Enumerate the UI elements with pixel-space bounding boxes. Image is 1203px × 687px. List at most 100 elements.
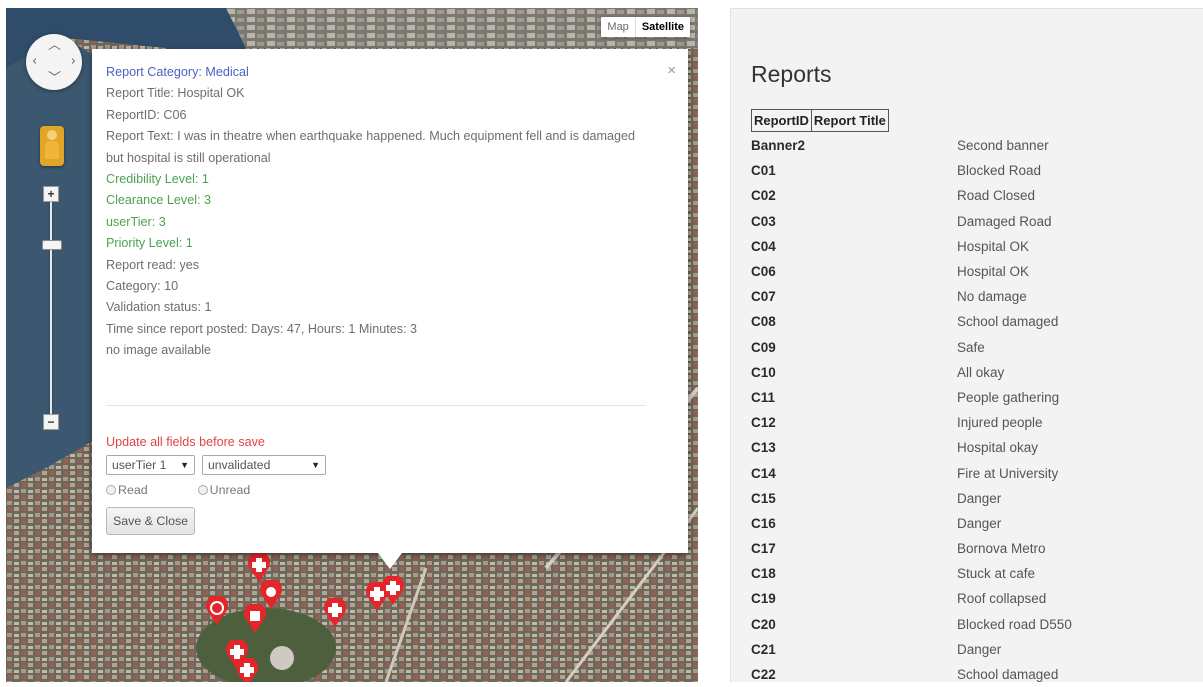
report-title-cell: Hospital OK <box>957 264 1030 280</box>
report-title-cell: Blocked Road <box>957 163 1042 179</box>
user-tier-line: userTier: 3 <box>106 214 166 229</box>
save-close-button[interactable]: Save & Close <box>106 507 196 535</box>
report-id-cell: C17 <box>751 541 776 557</box>
report-id-cell: C22 <box>751 667 776 683</box>
report-title-cell: Damaged Road <box>957 213 1052 229</box>
report-title-cell: School damaged <box>957 667 1059 683</box>
dropdown-arrow-icon: ▼ <box>311 460 320 470</box>
table-row[interactable]: C08 School damaged <box>751 309 1191 334</box>
report-title-cell: Blocked road D550 <box>957 616 1072 632</box>
table-row[interactable]: C02 Road Closed <box>751 183 1191 208</box>
report-title-line: Report Title: Hospital OK <box>106 86 245 101</box>
divider <box>106 405 646 406</box>
table-row[interactable]: C14 Fire at University <box>751 460 1191 485</box>
report-id-cell: Banner2 <box>751 138 806 154</box>
map-type-map-button[interactable]: Map <box>601 17 636 37</box>
pan-right-icon[interactable]: › <box>71 55 76 68</box>
report-marker-icon[interactable] <box>322 598 348 628</box>
report-id-cell: C12 <box>751 415 776 431</box>
time-since-posted-line: Time since report posted: Days: 47, Hour… <box>106 321 418 336</box>
table-row[interactable]: C09 Safe <box>751 335 1191 360</box>
dropdown-arrow-icon: ▼ <box>180 460 189 470</box>
report-marker-icon[interactable] <box>204 596 230 626</box>
report-id-cell: C16 <box>751 515 776 531</box>
report-info-window: × Report Category: Medical Report Title:… <box>92 49 688 553</box>
table-row[interactable]: C11 People gathering <box>751 385 1191 410</box>
priority-level-line: Priority Level: 1 <box>106 236 193 251</box>
report-id-cell: C01 <box>751 163 776 179</box>
table-row[interactable]: C03 Damaged Road <box>751 209 1191 234</box>
column-header-report-title: Report Title <box>813 113 886 128</box>
report-details: Report Category: Medical Report Title: H… <box>106 62 646 362</box>
validation-status-line: Validation status: 1 <box>106 300 212 315</box>
table-row[interactable]: C17 Bornova Metro <box>751 536 1191 561</box>
user-tier-select[interactable]: userTier 1 ▼ <box>106 455 195 475</box>
read-status-radios: Read Unread <box>106 483 300 497</box>
zoom-slider-handle[interactable] <box>42 240 62 250</box>
table-row[interactable]: C10 All okay <box>751 360 1191 385</box>
category-line: Category: 10 <box>106 279 179 294</box>
report-id-cell: C08 <box>751 314 776 330</box>
table-row[interactable]: C06 Hospital OK <box>751 259 1191 284</box>
report-title-cell: No damage <box>957 289 1027 305</box>
table-row[interactable]: C13 Hospital okay <box>751 435 1191 460</box>
clearance-level-line: Clearance Level: 3 <box>106 193 212 208</box>
street-view-pegman-icon[interactable] <box>40 126 64 166</box>
report-category-line: Report Category: Medical <box>106 65 249 79</box>
report-marker-icon[interactable] <box>246 553 272 583</box>
table-row[interactable]: C07 No damage <box>751 284 1191 309</box>
validation-status-select-value: unvalidated <box>208 458 271 472</box>
report-marker-icon[interactable] <box>242 604 268 634</box>
report-title-cell: School damaged <box>957 314 1059 330</box>
report-marker-icon[interactable] <box>234 658 260 682</box>
table-row[interactable]: C15 Danger <box>751 486 1191 511</box>
zoom-slider-track[interactable] <box>50 188 52 424</box>
unread-radio[interactable]: Unread <box>197 483 250 497</box>
table-row[interactable]: C01 Blocked Road <box>751 158 1191 183</box>
table-row[interactable]: C16 Danger <box>751 511 1191 536</box>
table-row[interactable]: C21 Danger <box>751 637 1191 662</box>
table-row[interactable]: C20 Blocked road D550 <box>751 612 1191 637</box>
validation-status-select[interactable]: unvalidated ▼ <box>202 455 326 475</box>
map-type-control: Map Satellite <box>601 17 690 37</box>
report-id-cell: C15 <box>751 490 776 506</box>
reports-panel: Reports ReportID Report Title Banner2 Sec… <box>730 8 1203 682</box>
report-id-line: ReportID: C06 <box>106 107 187 122</box>
map-type-satellite-button[interactable]: Satellite <box>636 17 690 37</box>
report-id-cell: C13 <box>751 440 776 456</box>
read-radio[interactable]: Read <box>106 483 148 497</box>
table-row[interactable]: C04 Hospital OK <box>751 234 1191 259</box>
report-title-cell: Stuck at cafe <box>957 566 1036 582</box>
report-title-cell: Hospital okay <box>957 440 1039 456</box>
pan-down-icon[interactable]: ﹀ <box>48 72 61 85</box>
radio-circle-icon[interactable] <box>197 485 208 495</box>
close-icon[interactable]: × <box>667 63 676 78</box>
pan-up-icon[interactable]: ︿ <box>48 39 61 52</box>
report-title-cell: Danger <box>957 490 1002 506</box>
reports-table-header: ReportID Report Title <box>751 109 889 132</box>
report-id-cell: C11 <box>751 389 776 405</box>
table-row[interactable]: C22 School damaged <box>751 662 1191 687</box>
report-id-cell: C09 <box>751 339 776 355</box>
pan-control[interactable]: ︿ ﹀ ‹ › <box>26 34 82 90</box>
report-marker-icon[interactable] <box>380 576 406 606</box>
report-id-cell: C03 <box>751 213 776 229</box>
image-status-line: no image available <box>106 343 212 358</box>
report-read-line: Report read: yes <box>106 257 200 272</box>
report-id-cell: C19 <box>751 591 776 607</box>
zoom-in-button[interactable]: + <box>43 186 59 202</box>
report-title-cell: All okay <box>957 364 1005 380</box>
table-row[interactable]: C19 Roof collapsed <box>751 586 1191 611</box>
reports-table-body: Banner2 Second banner C01 Blocked Road C02 Ro… <box>751 133 1191 687</box>
read-radio-label: Read <box>118 483 148 497</box>
zoom-out-button[interactable]: − <box>43 414 59 430</box>
pan-left-icon[interactable]: ‹ <box>32 55 37 68</box>
report-title-cell: Danger <box>957 515 1002 531</box>
report-title-cell: Second banner <box>957 138 1049 154</box>
table-row[interactable]: C12 Injured people <box>751 410 1191 435</box>
table-row[interactable]: Banner2 Second banner <box>751 133 1191 158</box>
table-row[interactable]: C18 Stuck at cafe <box>751 561 1191 586</box>
credibility-level-line: Credibility Level: 1 <box>106 172 209 187</box>
radio-circle-icon[interactable] <box>106 485 116 495</box>
report-text-line: Report Text: I was in theatre when earth… <box>106 129 636 165</box>
